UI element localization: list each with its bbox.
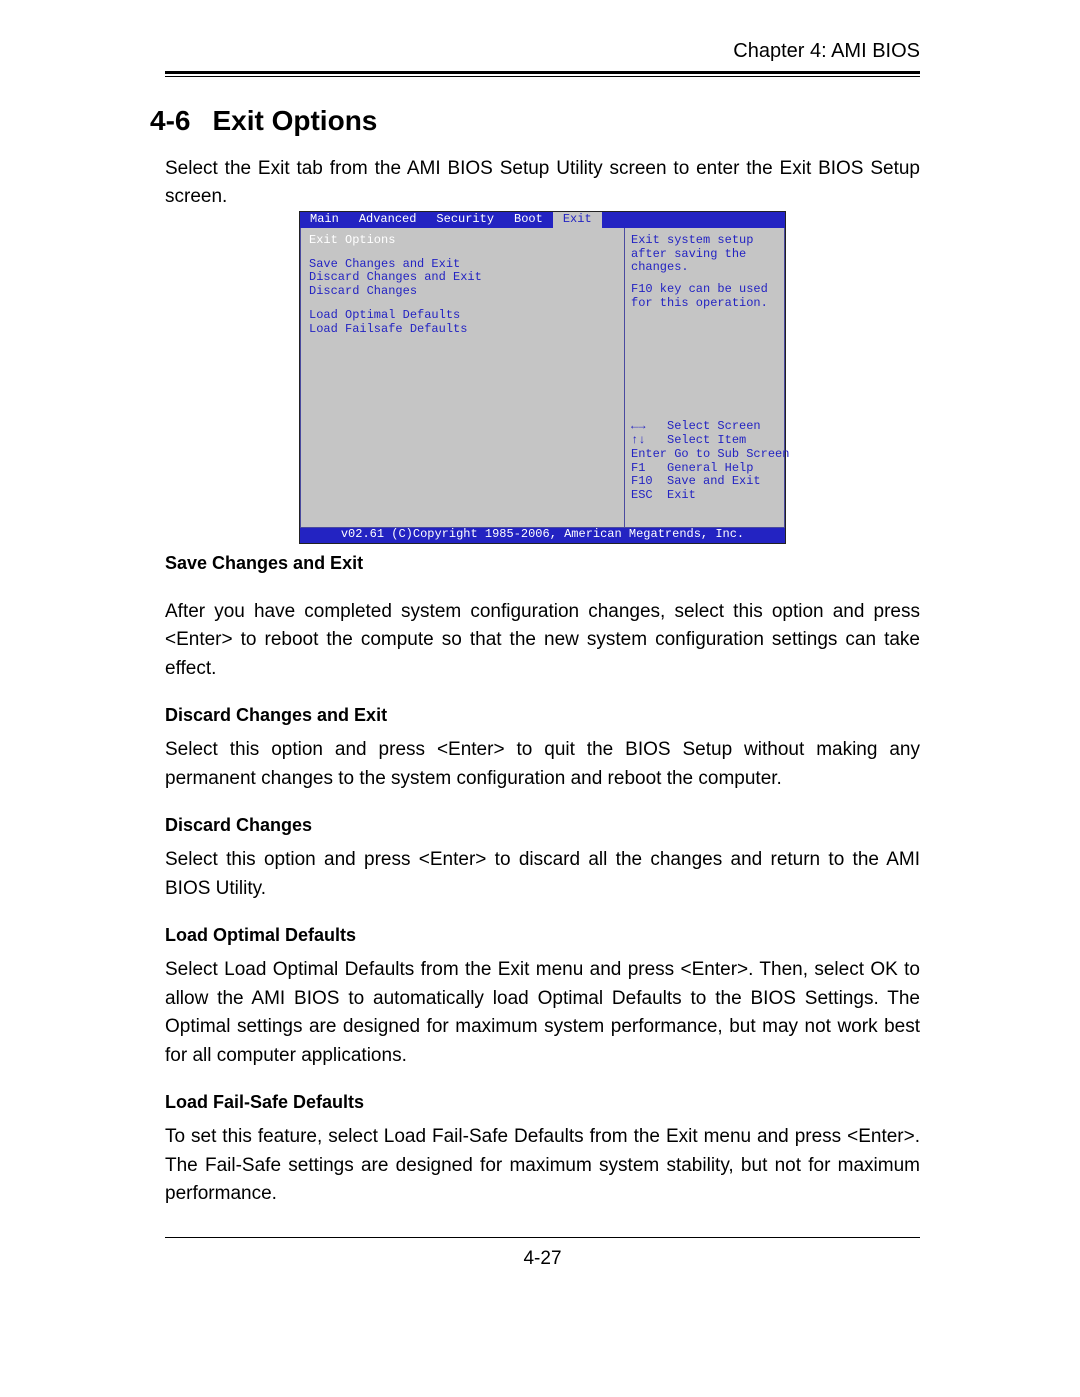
subsection-title: Load Fail-Safe Defaults <box>165 1092 920 1113</box>
bios-tab-main: Main <box>300 212 349 228</box>
page-number: 4-27 <box>165 1248 920 1270</box>
bios-item: Load Optimal Defaults <box>309 309 616 323</box>
section-intro: Select the Exit tab from the AMI BIOS Se… <box>165 155 920 210</box>
bios-item: Load Failsafe Defaults <box>309 323 616 337</box>
bios-nav: ←→ Select Screen ↑↓ Select Item Enter Go… <box>631 420 778 521</box>
footer-rule <box>165 1237 920 1238</box>
bios-item: Save Changes and Exit <box>309 258 616 272</box>
bios-panel-title: Exit Options <box>309 234 616 248</box>
subsection-title: Load Optimal Defaults <box>165 925 920 946</box>
bios-nav-line: ESC Exit <box>631 489 778 503</box>
bios-nav-line: ↑↓ Select Item <box>631 434 778 448</box>
bios-tab-boot: Boot <box>504 212 553 228</box>
bios-item: Discard Changes <box>309 285 616 299</box>
subsection-title: Discard Changes and Exit <box>165 705 920 726</box>
bios-nav-line: Enter Go to Sub Screen <box>631 448 778 462</box>
bios-body: Exit Options Save Changes and Exit Disca… <box>300 228 785 528</box>
bios-left-panel: Exit Options Save Changes and Exit Disca… <box>300 228 625 528</box>
chapter-header: Chapter 4: AMI BIOS <box>165 40 920 63</box>
bios-nav-line: F10 Save and Exit <box>631 475 778 489</box>
subsection-body: Select this option and press <Enter> to … <box>165 736 920 793</box>
section-title: 4-6 Exit Options <box>150 105 920 137</box>
subsection-body: Select this option and press <Enter> to … <box>165 846 920 903</box>
subsection-title: Discard Changes <box>165 815 920 836</box>
bios-nav-line: ←→ Select Screen <box>631 420 778 434</box>
bios-help-line: Exit system setup after saving the chang… <box>631 234 778 275</box>
subsection-body: Select Load Optimal Defaults from the Ex… <box>165 956 920 1070</box>
bios-tab-exit: Exit <box>553 212 602 228</box>
bios-nav-line: F1 General Help <box>631 462 778 476</box>
bios-screenshot: Main Advanced Security Boot Exit Exit Op… <box>300 212 785 543</box>
bios-tab-security: Security <box>426 212 504 228</box>
bios-footer: v02.61 (C)Copyright 1985-2006, American … <box>300 528 785 543</box>
bios-help: Exit system setup after saving the chang… <box>631 234 778 311</box>
subsection-body: To set this feature, select Load Fail-Sa… <box>165 1123 920 1209</box>
bios-tab-advanced: Advanced <box>349 212 427 228</box>
bios-help-line: F10 key can be used for this operation. <box>631 283 778 311</box>
section-number: 4-6 <box>150 105 190 136</box>
subsection-body: After you have completed system configur… <box>165 598 920 684</box>
section-name: Exit Options <box>212 105 377 136</box>
bios-tabs: Main Advanced Security Boot Exit <box>300 212 785 228</box>
bios-item: Discard Changes and Exit <box>309 271 616 285</box>
subsection-title: Save Changes and Exit <box>165 553 920 574</box>
bios-right-panel: Exit system setup after saving the chang… <box>625 228 785 528</box>
header-rule <box>165 71 920 77</box>
